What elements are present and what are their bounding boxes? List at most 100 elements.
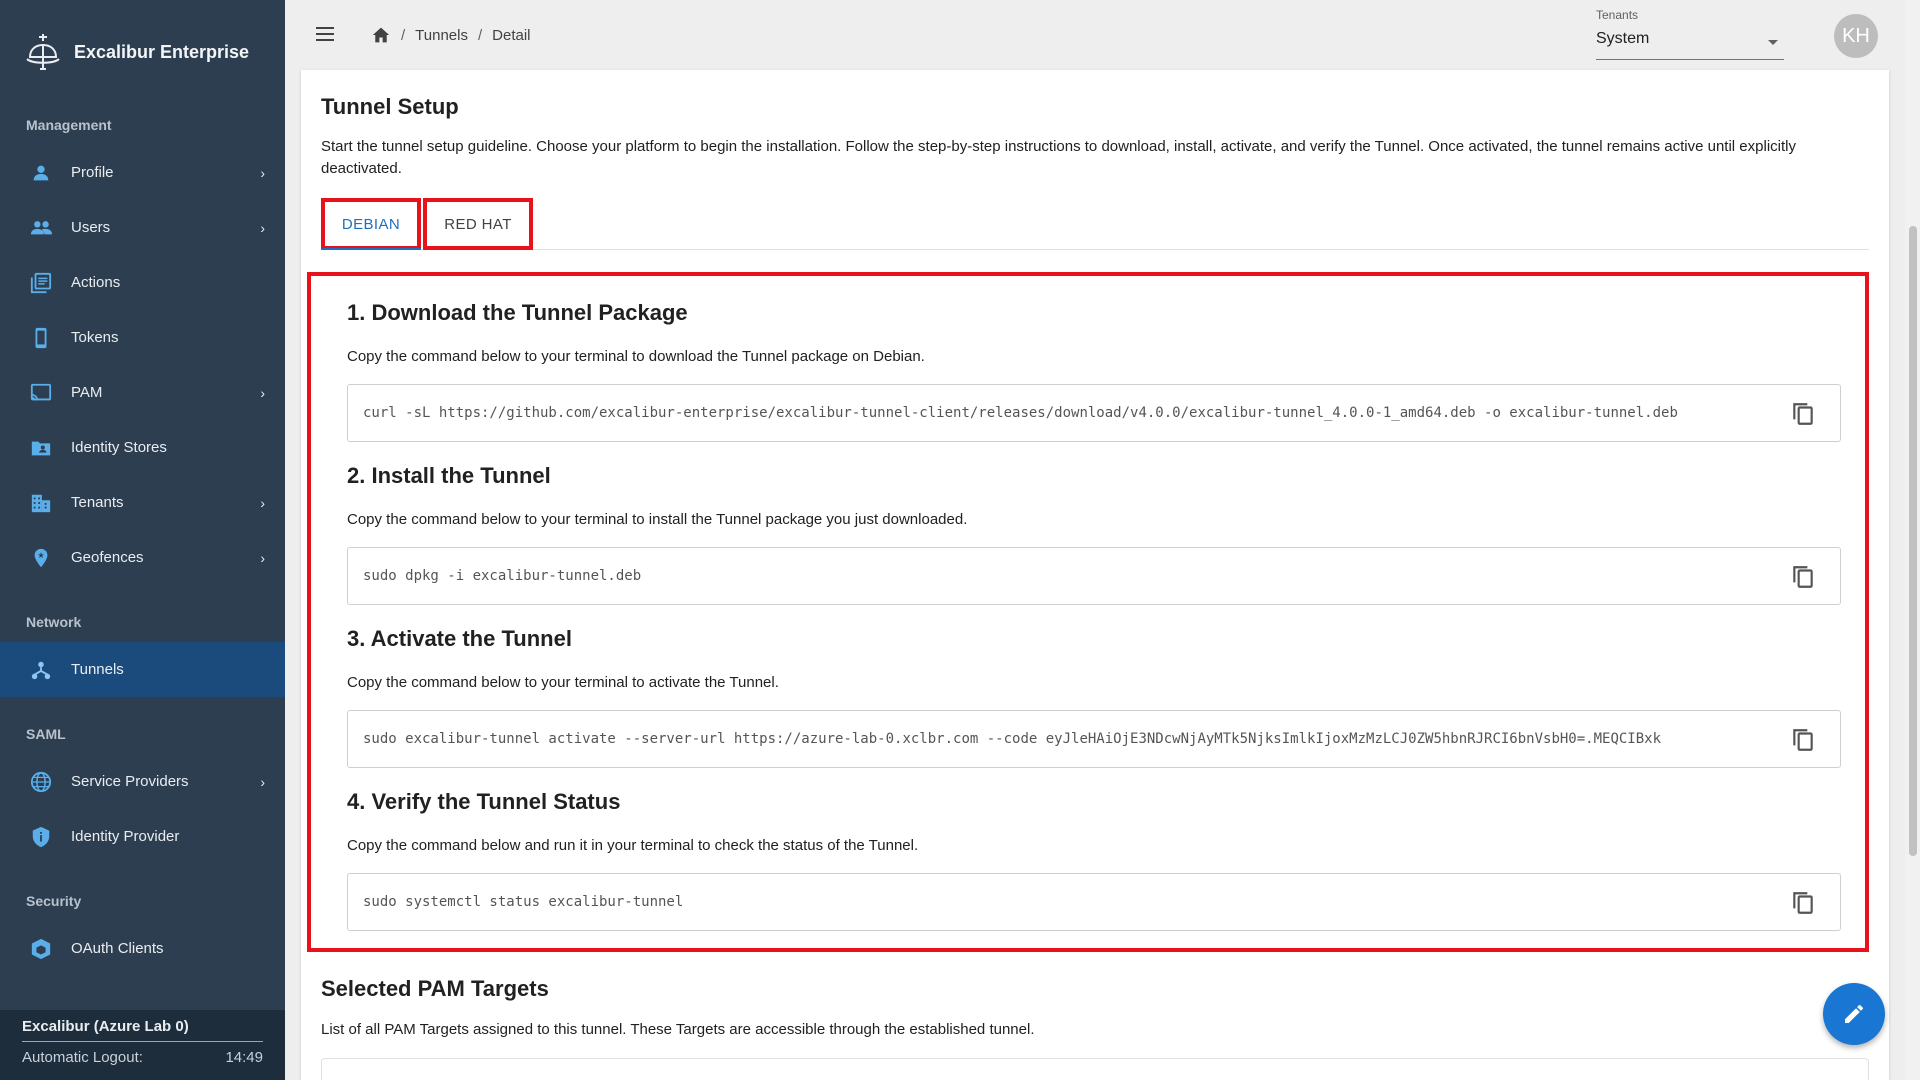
step-1-command-text[interactable]: curl -sL https://github.com/excalibur-en… [363,405,1783,421]
step-1-description: Copy the command below to your terminal … [347,348,925,365]
shield-icon [28,824,54,850]
brand[interactable]: Excalibur Enterprise [0,0,285,104]
topbar: / Tunnels / Detail Tenants System KH [285,0,1905,70]
step-2-description: Copy the command below to your terminal … [347,511,968,528]
sidebar-item-label: Tokens [71,329,119,346]
scrollbar-thumb[interactable] [1909,226,1917,856]
step-1-title: 1. Download the Tunnel Package [347,300,688,325]
caret-down-icon [1768,40,1778,45]
auto-logout-label: Automatic Logout: [22,1049,143,1066]
tab-debian[interactable]: DEBIAN [321,198,421,250]
folder-user-icon [28,435,54,461]
menu-icon[interactable] [313,22,337,46]
platform-tabs: DEBIAN RED HAT [321,198,1869,250]
sidebar-item-label: Identity Stores [71,439,167,456]
sidebar-item-label: Users [71,219,111,236]
setup-description: Start the tunnel setup guideline. Choose… [321,138,1796,177]
step-1-command[interactable]: curl -sL https://github.com/excalibur-en… [347,384,1841,442]
tenant-select-value: System [1596,30,1650,47]
step-4-command[interactable]: sudo systemctl status excalibur-tunnel [347,873,1841,931]
sidebar-item-label: Service Providers [71,773,189,790]
pam-targets-description: List of all PAM Targets assigned to this… [321,1021,1035,1038]
sidebar-item-label: Tenants [71,494,124,511]
sidebar-item-identity-provider[interactable]: Identity Provider [0,809,285,864]
sidebar-item-label: OAuth Clients [71,940,164,957]
sidebar-item-tunnels[interactable]: Tunnels [0,642,285,697]
sidebar-item-label: Actions [71,274,121,291]
excalibur-logo-icon [26,34,60,70]
list-icon [28,270,54,296]
step-2-command-text[interactable]: sudo dpkg -i excalibur-tunnel.deb [363,568,1783,584]
sidebar: Excalibur Enterprise Management Profile … [0,0,285,1080]
sidebar-item-actions[interactable]: Actions [0,255,285,310]
step-3-command-text[interactable]: sudo excalibur-tunnel activate --server-… [363,731,1783,747]
cube-icon [28,936,54,962]
breadcrumb-tunnels[interactable]: Tunnels [415,27,468,44]
step-4-title: 4. Verify the Tunnel Status [347,789,621,814]
sidebar-item-pam[interactable]: PAM › [0,365,285,420]
chevron-right-icon: › [260,219,265,236]
home-icon[interactable] [371,26,391,44]
chevron-right-icon: › [260,773,265,790]
section-title-security: Security [26,893,82,909]
copy-icon[interactable] [1790,727,1816,753]
breadcrumb-detail: Detail [492,26,531,44]
step-3-title: 3. Activate the Tunnel [347,626,572,651]
tunnel-icon [28,657,54,683]
breadcrumb: / Tunnels / Detail [371,26,531,44]
sidebar-item-identity-stores[interactable]: Identity Stores [0,420,285,475]
sidebar-item-oauth-clients[interactable]: OAuth Clients [0,921,285,976]
phone-icon [28,325,54,351]
auto-logout-timer: 14:49 [225,1049,263,1066]
edit-button[interactable] [1823,983,1885,1045]
step-2-title: 2. Install the Tunnel [347,463,551,488]
breadcrumb-separator: / [401,26,406,44]
sidebar-footer: Excalibur (Azure Lab 0) Automatic Logout… [0,1010,285,1080]
sidebar-item-profile[interactable]: Profile › [0,145,285,200]
copy-icon[interactable] [1790,401,1816,427]
copy-icon[interactable] [1790,890,1816,916]
sidebar-item-label: Identity Provider [71,828,180,845]
sidebar-item-service-providers[interactable]: Service Providers › [0,754,285,809]
sidebar-item-users[interactable]: Users › [0,200,285,255]
group-icon [28,215,54,241]
building-icon [28,490,54,516]
pencil-icon [1845,1005,1863,1023]
tab-red-hat[interactable]: RED HAT [423,198,533,250]
sidebar-item-label: Geofences [71,549,144,566]
pam-targets-title: Selected PAM Targets [321,976,549,1001]
globe-icon [28,769,54,795]
auto-logout-row: Automatic Logout: 14:49 [22,1049,263,1066]
chevron-right-icon: › [260,164,265,181]
sidebar-item-label: Tunnels [71,661,124,678]
step-4-command-text[interactable]: sudo systemctl status excalibur-tunnel [363,894,1783,910]
setup-steps: 1. Download the Tunnel Package Copy the … [307,272,1869,952]
step-2-command[interactable]: sudo dpkg -i excalibur-tunnel.deb [347,547,1841,605]
step-3-command[interactable]: sudo excalibur-tunnel activate --server-… [347,710,1841,768]
tenant-select-label: Tenants [1596,8,1639,22]
sidebar-item-geofences[interactable]: Geofences › [0,530,285,585]
cast-icon [28,380,54,406]
environment-name: Excalibur (Azure Lab 0) [22,1018,263,1042]
section-title-saml: SAML [26,726,66,742]
chevron-right-icon: › [260,549,265,566]
sidebar-item-label: Profile [71,164,114,181]
section-title-network: Network [26,614,82,630]
step-3-description: Copy the command below to your terminal … [347,674,779,691]
chevron-right-icon: › [260,494,265,511]
page-title: Tunnel Setup [321,94,459,119]
active-tab-indicator [321,248,421,250]
tenant-select[interactable]: Tenants System [1596,8,1784,60]
tunnel-setup-card: Tunnel Setup Start the tunnel setup guid… [301,70,1889,1080]
copy-icon[interactable] [1790,564,1816,590]
user-avatar[interactable]: KH [1834,14,1878,58]
sidebar-item-tenants[interactable]: Tenants › [0,475,285,530]
page-scrollbar[interactable] [1905,0,1920,1080]
sidebar-item-tokens[interactable]: Tokens [0,310,285,365]
step-4-description: Copy the command below and run it in you… [347,837,919,854]
location-pin-icon [28,545,54,571]
sidebar-item-label: PAM [71,384,103,401]
section-title-management: Management [26,117,112,133]
chevron-right-icon: › [260,384,265,401]
pam-targets-table [321,1058,1869,1080]
